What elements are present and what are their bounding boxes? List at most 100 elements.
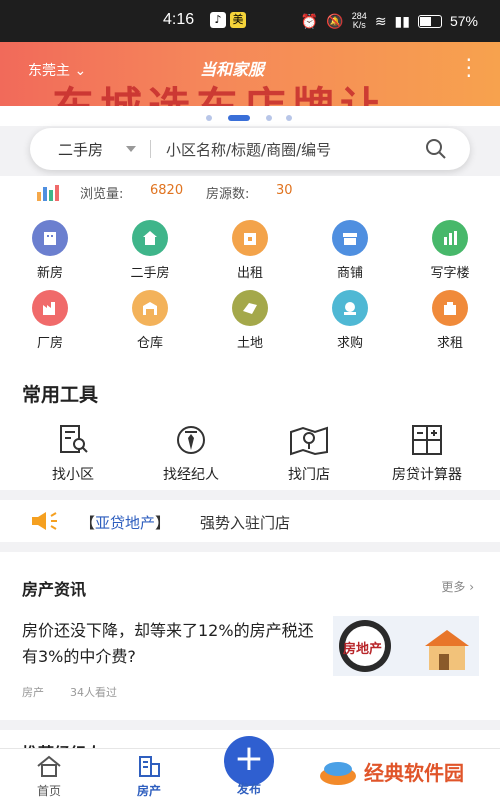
page-dot[interactable] [266,115,272,121]
news-meta: 房产 34人看过 [22,686,117,699]
notice-text[interactable]: 强势入驻门店 [200,512,290,533]
find-store-icon [290,426,328,456]
find-agent-icon [177,426,205,454]
battery-percent: 57% [449,13,478,29]
tool-find-community[interactable]: 找小区 [18,424,128,484]
category-label: 厂房 [36,336,63,351]
banner-headline: 东城选东店牌让 [52,74,388,106]
watermark-text: 经典软件园 [364,760,464,785]
listings-value: 30 [276,183,293,198]
bar-chart-icon [37,185,59,201]
factory-icon [32,290,68,326]
category-rent-request[interactable]: 求租 [410,290,490,351]
find-community-icon [60,425,88,453]
speaker-icon [32,512,57,530]
news-thumbnail[interactable]: 房地产 [333,616,479,676]
search-icon[interactable] [424,137,448,161]
office-icon [432,220,468,256]
news-title: 房产资讯 [22,580,87,599]
tools-title: 常用工具 [22,384,99,406]
chevron-down-icon[interactable] [126,146,136,152]
stats-row: 浏览量: 6820 房源数: 30 [0,176,500,206]
search-bar[interactable]: 二手房 小区名称/标题/商圈/编号 [30,128,470,170]
calculator-icon [412,425,442,455]
tool-find-store[interactable]: 找门店 [254,424,364,484]
category-label: 新房 [36,266,63,281]
app-notification-icon: 美 [230,12,246,28]
notice-tag[interactable]: 【亚贷地产】 [80,512,170,533]
category-label: 出租 [236,266,263,281]
publish-label: 发布 [236,782,261,796]
tool-find-agent[interactable]: 找经纪人 [136,424,246,484]
tiktok-icon: ♪ [210,12,226,28]
search-input[interactable]: 小区名称/标题/商圈/编号 [166,139,331,160]
page-dot[interactable] [286,115,292,121]
tool-label: 找门店 [288,467,330,483]
alarm-icon: ⏰ [300,12,319,29]
category-second-hand[interactable]: 二手房 [110,220,190,281]
thumb-text: 房地产 [343,642,383,657]
home-icon [37,755,61,777]
notice-bar[interactable]: 【亚贷地产】 强势入驻门店 [0,500,500,542]
tool-label: 找小区 [52,467,94,483]
rent-request-icon [432,290,468,326]
watermark-logo [320,762,356,785]
land-icon [232,290,268,326]
category-buy-request[interactable]: 求购 [310,290,390,351]
tools-section: 常用工具 找小区 找经纪人 找门店 房贷计算器 [0,366,500,490]
tool-loan-calculator[interactable]: 房贷计算器 [372,424,482,484]
news-section: 房产资讯 更多 › 房价还没下降，却等来了12%的房产税还有3%的中介费? 房产… [0,552,500,720]
divider [150,140,151,158]
tool-label: 房贷计算器 [392,467,462,483]
views-label: 浏览量: [80,187,124,202]
page-dot[interactable] [206,115,212,121]
category-grid: 新房 二手房 出租 商铺 写字楼 厂房 仓库 土地 求购 求租 [0,206,500,366]
news-headline[interactable]: 房价还没下降，却等来了12%的房产税还有3%的中介费? [22,618,322,670]
shop-icon [332,220,368,256]
promo-banner[interactable]: 东莞主 ⌄ 当和家服 东城选东店牌让 ··· [0,42,500,106]
tab-property[interactable]: 房产 [114,755,184,799]
signal-icon: ▮▮ [394,12,410,29]
tab-label: 首页 [36,784,61,798]
buy-request-icon [332,290,368,326]
status-time: 4:16 [163,11,195,28]
more-link[interactable]: 更多 › [441,578,474,595]
tab-label: 房产 [136,784,161,798]
building-icon [139,756,160,777]
plus-icon: + [233,738,265,779]
category-label: 写字楼 [430,266,470,281]
category-shop[interactable]: 商铺 [310,220,390,281]
status-bar: 4:16 ♪ 美 ⏰ 🔕 284 K/s ≋ ▮▮ 57% [0,0,500,42]
category-label: 求购 [336,336,363,351]
building-icon [32,220,68,256]
wifi-icon: ≋ [374,12,387,29]
category-label: 土地 [236,336,263,351]
category-label: 求租 [436,336,463,351]
tool-label: 找经纪人 [163,467,219,483]
more-menu-icon[interactable]: · · · [466,50,472,86]
category-label: 商铺 [336,266,363,281]
category-rent[interactable]: 出租 [210,220,290,281]
banner-pagination [0,106,500,126]
status-right: ⏰ 🔕 284 K/s ≋ ▮▮ 57% [301,12,478,30]
battery-icon [417,14,442,28]
page-dot-active[interactable] [228,115,250,121]
house-icon [132,220,168,256]
publish-button[interactable]: + [224,736,274,786]
chevron-right-icon: › [469,580,474,594]
status-app-icons: ♪ 美 [210,12,246,28]
watermark: 经典软件园 [318,756,464,786]
warehouse-icon [132,290,168,326]
listings-label: 房源数: [206,187,250,202]
category-label: 二手房 [130,266,170,281]
rent-icon [232,220,268,256]
net-speed: 284 K/s [351,11,367,30]
category-new-home[interactable]: 新房 [10,220,90,281]
category-land[interactable]: 土地 [210,290,290,351]
category-factory[interactable]: 厂房 [10,290,90,351]
mute-icon: 🔕 [326,12,344,29]
category-office[interactable]: 写字楼 [410,220,490,281]
category-warehouse[interactable]: 仓库 [110,290,190,351]
search-type-select[interactable]: 二手房 [58,139,103,160]
tab-home[interactable]: 首页 [14,755,84,799]
